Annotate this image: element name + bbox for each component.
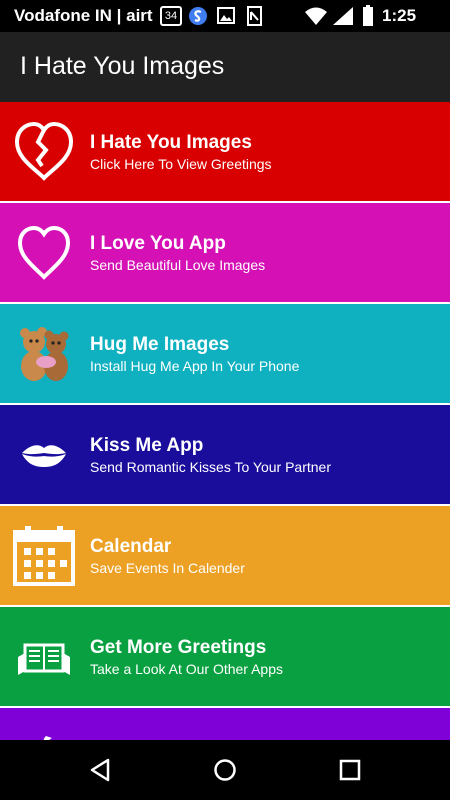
item-title: Kiss Me App xyxy=(90,435,204,456)
app-bar: I Hate You Images xyxy=(0,32,450,102)
item-subtitle: Send Romantic Kisses To Your Partner xyxy=(90,459,331,475)
list-item-get-more-greetings[interactable]: Get More Greetings Take a Look At Our Ot… xyxy=(0,607,450,706)
teddy-bears-icon xyxy=(20,327,69,381)
wifi-icon xyxy=(305,7,327,25)
heart-icon xyxy=(17,225,71,280)
item-title: Hug Me Images xyxy=(90,334,230,355)
list-item-i-love-you-app[interactable]: I Love You App Send Beautiful Love Image… xyxy=(0,203,450,302)
broken-heart-icon xyxy=(14,121,74,181)
list-item-kiss-me-app[interactable]: Kiss Me App Send Romantic Kisses To Your… xyxy=(0,405,450,504)
recents-square-icon[interactable] xyxy=(338,758,362,782)
file-notification-icon xyxy=(247,6,262,26)
list-item-i-hate-you-images[interactable]: I Hate You Images Click Here To View Gre… xyxy=(0,102,450,201)
data-badge: 34 xyxy=(160,6,182,26)
back-triangle-icon[interactable] xyxy=(88,758,112,782)
menu-list: I Hate You Images Click Here To View Gre… xyxy=(0,102,450,740)
item-title: Calendar xyxy=(90,536,172,557)
battery-icon xyxy=(363,5,373,26)
clock: 1:25 xyxy=(382,6,417,25)
lips-icon xyxy=(22,445,66,467)
newspaper-icon xyxy=(18,643,70,675)
carrier-label: Vodafone IN | airt xyxy=(14,6,153,25)
item-subtitle: Take a Look At Our Other Apps xyxy=(90,661,283,677)
item-title: I Hate You Images xyxy=(90,132,252,153)
item-subtitle: Click Here To View Greetings xyxy=(90,156,272,172)
item-subtitle: Install Hug Me App In Your Phone xyxy=(90,358,300,374)
moon-icon xyxy=(43,736,52,740)
item-title: Get More Greetings xyxy=(90,637,267,658)
list-item-partial[interactable] xyxy=(0,708,450,740)
list-item-calendar[interactable]: Calendar Save Events In Calender xyxy=(0,506,450,605)
signal-icon xyxy=(333,7,353,25)
item-subtitle: Save Events In Calender xyxy=(90,560,245,576)
sync-app-icon xyxy=(189,7,207,25)
page-title: I Hate You Images xyxy=(20,52,225,80)
status-bar: Vodafone IN | airt 34 1:25 xyxy=(0,0,450,32)
item-subtitle: Send Beautiful Love Images xyxy=(90,257,266,273)
item-title: I Love You App xyxy=(90,233,226,254)
image-notification-icon xyxy=(217,7,235,24)
calendar-icon xyxy=(13,526,75,586)
list-item-hug-me-images[interactable]: Hug Me Images Install Hug Me App In Your… xyxy=(0,304,450,403)
home-circle-icon[interactable] xyxy=(213,758,237,782)
navigation-bar xyxy=(0,740,450,800)
